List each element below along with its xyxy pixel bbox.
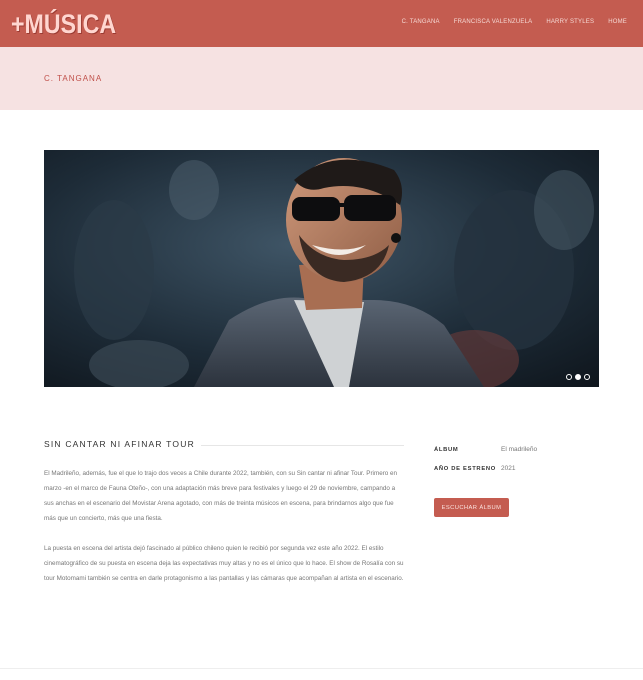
page-title: C. TANGANA (44, 74, 103, 83)
site-logo[interactable]: +MÚSICA (11, 8, 116, 40)
nav-item-c-tangana[interactable]: C. TANGANA (402, 18, 440, 26)
heading-divider (200, 445, 404, 446)
carousel-dot-2[interactable] (575, 374, 581, 380)
page-header-band: C. TANGANA (0, 47, 643, 110)
nav-item-harry-styles[interactable]: HARRY STYLES (546, 18, 594, 26)
section-heading: SIN CANTAR NI AFINAR TOUR (44, 439, 404, 449)
nav-item-home[interactable]: HOME (608, 18, 627, 26)
release-year-label: AÑO DE ESTRENO (434, 466, 496, 472)
footer-divider (0, 668, 643, 669)
image-carousel[interactable] (44, 150, 599, 387)
main-nav: C. TANGANA FRANCISCA VALENZUELA HARRY ST… (402, 18, 627, 26)
album-label: ÁLBUM (434, 447, 459, 453)
body-paragraph-2: La puesta en escena del artista dejó fas… (44, 545, 404, 582)
listen-album-button[interactable]: ESCUCHAR ÁLBUM (434, 498, 509, 517)
album-value: El madrileño (501, 446, 538, 453)
nav-item-francisca-valenzuela[interactable]: FRANCISCA VALENZUELA (454, 18, 533, 26)
carousel-dot-1[interactable] (566, 374, 572, 380)
top-navigation-bar: +MÚSICA C. TANGANA FRANCISCA VALENZUELA … (0, 0, 643, 47)
artist-photo (44, 150, 599, 387)
body-paragraph-1: El Madrileño, además, fue el que lo traj… (44, 470, 398, 522)
release-year-value: 2021 (501, 465, 516, 472)
section-title: SIN CANTAR NI AFINAR TOUR (44, 439, 195, 449)
carousel-indicators (566, 374, 590, 380)
carousel-dot-3[interactable] (584, 374, 590, 380)
